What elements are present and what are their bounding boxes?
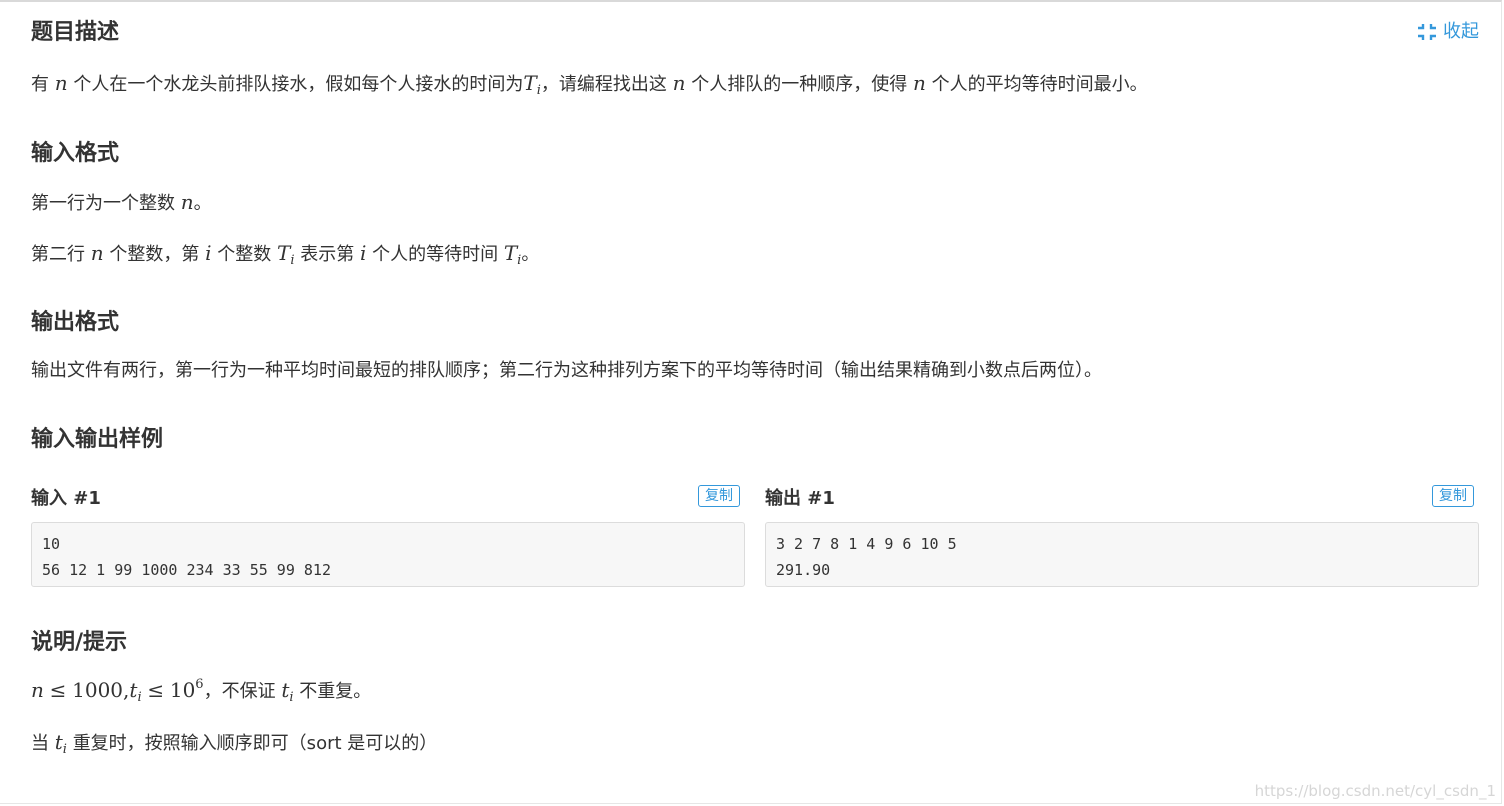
- math-var-Ti: Ti: [503, 241, 522, 267]
- input-line2-end: 。: [521, 244, 540, 265]
- copy-output-button[interactable]: 复制: [1432, 485, 1474, 507]
- math-T: T: [276, 241, 291, 265]
- math-exponent: 6: [195, 677, 204, 692]
- math-le: ≤: [147, 678, 165, 702]
- input-line1-text: 第一行为一个整数: [31, 193, 175, 214]
- input-line2-b: 个整数，第: [109, 244, 200, 265]
- sample-input-box[interactable]: 10 56 12 1 99 1000 234 33 55 99 812: [31, 522, 745, 587]
- sample-output-label: 输出 #1: [765, 488, 835, 509]
- math-T: T: [503, 241, 518, 265]
- section-title-description: 题目描述: [31, 20, 120, 45]
- math-sub-i: i: [290, 253, 295, 268]
- section-title-input-format: 输入格式: [31, 141, 120, 166]
- output-format-text: 输出文件有两行，第一行为一种平均时间最短的排队顺序；第二行为这种排列方案下的平均…: [31, 360, 1102, 381]
- math-le: ≤: [49, 678, 67, 702]
- input-format-line-2: 第二行 n 个整数，第 i 个整数 Ti 表示第 i 个人的等待时间 Ti。: [31, 240, 539, 268]
- collapse-label: 收起: [1443, 21, 1479, 42]
- math-var-n: n: [912, 71, 926, 95]
- input-line1-end: 。: [193, 193, 212, 214]
- sample-input-label: 输入 #1: [31, 488, 101, 509]
- math-var-n: n: [31, 678, 44, 702]
- math-sub-i: i: [137, 690, 142, 705]
- input-line2-d: 表示第: [300, 244, 355, 265]
- math-t: t: [54, 730, 63, 754]
- math-var-n: n: [90, 241, 104, 265]
- desc-text-4: 个人排队的一种顺序，使得: [691, 74, 908, 95]
- math-var-i: i: [205, 241, 212, 265]
- hint-text-a: ，不保证: [203, 681, 276, 702]
- input-line2-a: 第二行: [31, 244, 85, 265]
- desc-text-2: 个人在一个水龙头前排队接水，假如每个人接水的时间为: [73, 74, 524, 95]
- math-var-n: n: [180, 190, 194, 214]
- math-power: 106: [170, 678, 204, 702]
- math-1000: 1000,: [72, 678, 130, 702]
- copy-input-button[interactable]: 复制: [698, 485, 740, 507]
- hint-text-b: 不重复。: [299, 681, 372, 702]
- math-var-n: n: [672, 71, 686, 95]
- watermark: https://blog.csdn.net/cyl_csdn_1: [1254, 782, 1496, 800]
- math-var-ti: ti: [54, 730, 67, 757]
- hint-line2-a: 当: [31, 733, 49, 754]
- sample-output-box[interactable]: 3 2 7 8 1 4 9 6 10 5 291.90: [765, 522, 1479, 587]
- input-format-line-1: 第一行为一个整数 n。: [31, 189, 212, 217]
- sample-input-line: 56 12 1 99 1000 234 33 55 99 812: [42, 561, 331, 579]
- math-var-i: i: [359, 241, 367, 265]
- collapse-button[interactable]: 收起: [1417, 20, 1479, 44]
- section-title-samples: 输入输出样例: [31, 427, 164, 452]
- math-var-Ti: Ti: [523, 71, 541, 97]
- math-T: T: [523, 71, 537, 95]
- desc-text-1: 有: [31, 74, 49, 95]
- desc-text-3: ，请编程找出这: [540, 74, 667, 95]
- math-sub-i: i: [62, 742, 67, 757]
- input-line2-c: 个整数: [217, 244, 272, 265]
- collapse-icon: [1418, 24, 1436, 40]
- sample-output-line: 3 2 7 8 1 4 9 6 10 5: [776, 535, 957, 553]
- math-sub-i: i: [289, 690, 294, 705]
- section-title-hint: 说明/提示: [31, 630, 128, 655]
- math-var-ti: ti: [129, 678, 142, 705]
- math-var-ti: ti: [281, 678, 294, 705]
- desc-text-5: 个人的平均等待时间最小。: [931, 74, 1148, 95]
- hint-line2-b: 重复时，按照输入顺序即可（sort 是可以的）: [72, 733, 438, 754]
- description-text: 有 n 个人在一个水龙头前排队接水，假如每个人接水的时间为Ti，请编程找出这 n…: [31, 70, 1148, 98]
- hint-line-2: 当 ti 重复时，按照输入顺序即可（sort 是可以的）: [31, 729, 437, 757]
- input-line2-e: 个人的等待时间: [372, 244, 499, 265]
- math-var-Ti: Ti: [276, 241, 295, 268]
- math-10: 10: [169, 678, 196, 702]
- hint-line-1: n ≤ 1000,ti ≤ 106，不保证 ti 不重复。: [31, 677, 371, 705]
- sample-input-line: 10: [42, 535, 61, 553]
- math-var-n: n: [54, 71, 68, 95]
- section-title-output-format: 输出格式: [31, 310, 120, 335]
- sample-output-line: 291.90: [776, 561, 831, 579]
